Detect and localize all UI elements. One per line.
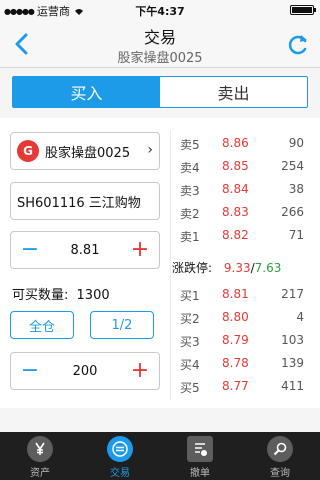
- available-quantity-label: 可买数量:: [12, 288, 69, 303]
- battery-icon: [290, 5, 316, 15]
- ask-row: 卖1 8.82 71: [180, 228, 304, 248]
- ask-price: 8.84: [222, 182, 249, 196]
- account-name: 股家操盘0025: [45, 145, 131, 161]
- tab-trade[interactable]: 交易: [80, 432, 160, 480]
- tab-buy[interactable]: 买入: [13, 77, 160, 107]
- tab-label: 撤单: [190, 468, 210, 479]
- all-position-button[interactable]: 全仓: [10, 311, 74, 339]
- tab-cancel-order[interactable]: 撤单: [160, 432, 240, 480]
- tab-label: 查询: [270, 468, 290, 479]
- ask-price: 8.85: [222, 159, 249, 173]
- bid-volume: 139: [281, 356, 304, 370]
- book-divider: [170, 130, 171, 400]
- ask-volume: 254: [281, 159, 304, 173]
- ask-volume: 266: [281, 205, 304, 219]
- bid-label: 买4: [180, 358, 200, 372]
- price-input[interactable]: 8.81: [45, 243, 125, 258]
- half-position-button[interactable]: 1/2: [90, 311, 154, 339]
- quantity-plus-button[interactable]: +: [127, 359, 153, 385]
- price-minus-button[interactable]: −: [17, 238, 43, 264]
- bid-price: 8.77: [222, 379, 249, 393]
- price-limit: 涨跌停: 9.33/7.63: [172, 259, 281, 276]
- ask-row: 卖2 8.83 266: [180, 205, 304, 225]
- price-limit-label: 涨跌停:: [172, 261, 213, 275]
- bid-volume: 103: [281, 333, 304, 347]
- bid-label: 买5: [180, 381, 200, 395]
- tab-assets[interactable]: 资产: [0, 432, 80, 480]
- bid-volume: 4: [296, 310, 304, 324]
- bid-row: 买1 8.81 217: [180, 287, 304, 307]
- search-icon: [267, 436, 293, 462]
- ask-label: 卖1: [180, 230, 200, 244]
- quantity-input[interactable]: 200: [45, 364, 125, 379]
- buy-sell-segment: 买入 卖出: [12, 76, 308, 108]
- available-quantity: 可买数量: 1300: [12, 284, 110, 303]
- bid-label: 买2: [180, 312, 200, 326]
- bid-row: 买2 8.80 4: [180, 310, 304, 330]
- ask-price: 8.86: [222, 136, 249, 150]
- trade-icon: [107, 436, 133, 462]
- ask-row: 卖3 8.84 38: [180, 182, 304, 202]
- cancel-order-icon: [187, 436, 213, 462]
- bottom-tab-bar: 资产 交易 撤单 查询: [0, 432, 320, 480]
- ask-volume: 38: [288, 182, 304, 196]
- ask-label: 卖2: [180, 207, 200, 221]
- available-quantity-value: 1300: [76, 288, 110, 303]
- yen-icon: [27, 436, 53, 462]
- chevron-right-icon: ›: [147, 142, 153, 158]
- limit-down-price: 7.63: [254, 261, 282, 275]
- price-stepper: − 8.81 +: [10, 231, 160, 269]
- account-selector[interactable]: G 股家操盘0025 ›: [10, 132, 160, 170]
- limit-up-price: 9.33: [223, 261, 251, 275]
- ask-label: 卖3: [180, 184, 200, 198]
- refresh-icon[interactable]: [286, 30, 310, 58]
- bid-price: 8.81: [222, 287, 249, 301]
- ask-price: 8.82: [222, 228, 249, 242]
- page-title: 交易: [143, 28, 176, 47]
- stock-field[interactable]: SH601116 三江购物: [10, 182, 160, 220]
- bid-row: 买5 8.77 411: [180, 379, 304, 399]
- ask-volume: 71: [288, 228, 304, 242]
- status-bar: ●●●●● 运营商 下午4:37: [0, 0, 320, 20]
- bid-row: 买3 8.79 103: [180, 333, 304, 353]
- nav-bar: 交易 股家操盘0025: [0, 20, 320, 68]
- tab-sell[interactable]: 卖出: [160, 77, 307, 107]
- bid-volume: 217: [281, 287, 304, 301]
- quantity-stepper: − 200 +: [10, 352, 160, 390]
- bid-volume: 411: [281, 379, 304, 393]
- ask-price: 8.83: [222, 205, 249, 219]
- bid-row: 买4 8.78 139: [180, 356, 304, 376]
- bid-price: 8.79: [222, 333, 249, 347]
- price-plus-button[interactable]: +: [127, 238, 153, 264]
- bid-label: 买3: [180, 335, 200, 349]
- tab-label: 资产: [30, 468, 50, 479]
- bid-label: 买1: [180, 289, 200, 303]
- ask-label: 卖5: [180, 138, 200, 152]
- tab-label: 交易: [110, 468, 130, 479]
- ask-row: 卖5 8.86 90: [180, 136, 304, 156]
- ask-row: 卖4 8.85 254: [180, 159, 304, 179]
- ask-label: 卖4: [180, 161, 200, 175]
- account-logo: G: [17, 140, 39, 162]
- status-time: 下午4:37: [135, 5, 185, 18]
- bid-price: 8.80: [222, 310, 249, 324]
- ask-volume: 90: [288, 136, 304, 150]
- quantity-minus-button[interactable]: −: [17, 359, 43, 385]
- tab-query[interactable]: 查询: [240, 432, 320, 480]
- page-subtitle: 股家操盘0025: [117, 51, 203, 66]
- bid-price: 8.78: [222, 356, 249, 370]
